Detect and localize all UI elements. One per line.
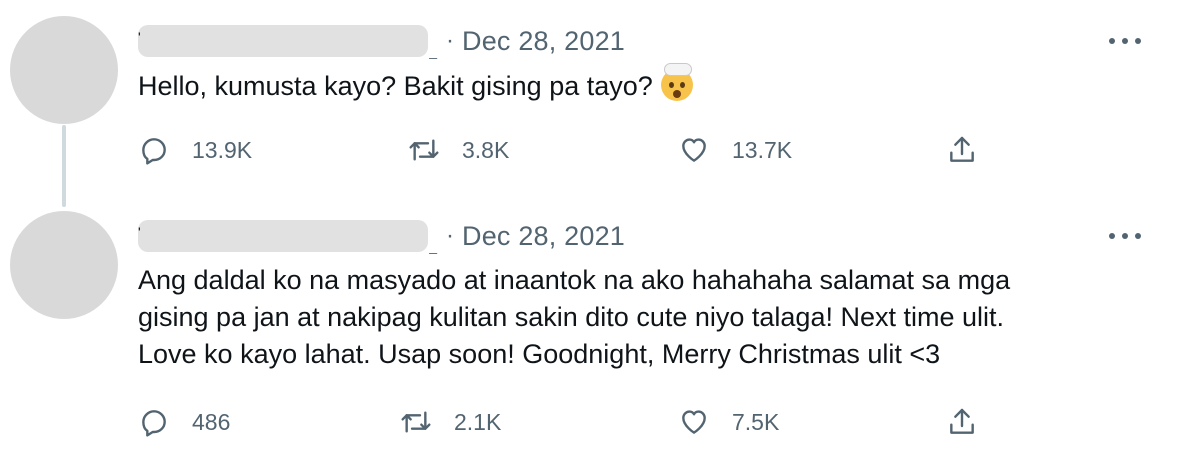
reply-button[interactable]: 13.9K — [138, 134, 252, 166]
header-separator: · — [446, 222, 454, 249]
share-icon — [950, 136, 974, 162]
like-button[interactable]: 7.5K — [678, 406, 779, 438]
tweet-text: Hello, kumusta kayo? Bakit gising pa tay… — [138, 63, 1128, 105]
tweet-date[interactable]: Dec 28, 2021 — [462, 26, 625, 57]
share-button[interactable] — [946, 406, 978, 438]
like-button[interactable]: 13.7K — [678, 134, 792, 166]
heart-icon — [682, 138, 706, 162]
exploding-head-emoji-icon — [660, 63, 693, 101]
tweet-actions: 486 2.1K 7.5K — [138, 406, 988, 442]
retweet-icon — [401, 411, 431, 433]
tweet-text-content: Hello, kumusta kayo? Bakit gising pa tay… — [138, 71, 653, 101]
more-options-icon[interactable] — [1109, 34, 1141, 48]
redacted-username[interactable]: ' _ — [138, 25, 437, 59]
header-separator: · — [446, 27, 454, 54]
share-button[interactable] — [946, 134, 978, 166]
more-options-icon[interactable] — [1109, 229, 1141, 243]
retweet-count: 2.1K — [454, 408, 502, 435]
retweet-icon — [409, 139, 439, 161]
reply-count: 13.9K — [192, 136, 253, 163]
avatar[interactable] — [10, 211, 118, 319]
redacted-username[interactable]: ' _ — [138, 220, 437, 254]
tweet-1[interactable]: ' _ · Dec 28, 2021 Hello, kumusta kayo? … — [0, 0, 1179, 207]
reply-count: 486 — [192, 408, 231, 435]
reply-icon — [142, 410, 166, 437]
reply-icon — [142, 138, 166, 165]
share-icon — [950, 408, 974, 434]
tweet-2[interactable]: ' _ · Dec 28, 2021 Ang daldal ko na masy… — [0, 205, 1179, 463]
tweet-text: Ang daldal ko na masyado at inaantok na … — [138, 265, 1011, 369]
retweet-count: 3.8K — [462, 136, 510, 163]
like-count: 13.7K — [732, 136, 793, 163]
avatar[interactable] — [10, 16, 118, 124]
heart-icon — [682, 410, 706, 434]
like-count: 7.5K — [732, 408, 780, 435]
retweet-button[interactable]: 2.1K — [400, 406, 501, 438]
reply-button[interactable]: 486 — [138, 406, 230, 438]
tweet-actions: 13.9K 3.8K 13.7K — [138, 134, 988, 170]
tweet-date[interactable]: Dec 28, 2021 — [462, 221, 625, 252]
thread-connector-line — [62, 125, 66, 207]
tweet-header: ' _ · Dec 28, 2021 — [138, 219, 625, 254]
tweet-header: ' _ · Dec 28, 2021 — [138, 24, 625, 59]
retweet-button[interactable]: 3.8K — [408, 134, 509, 166]
